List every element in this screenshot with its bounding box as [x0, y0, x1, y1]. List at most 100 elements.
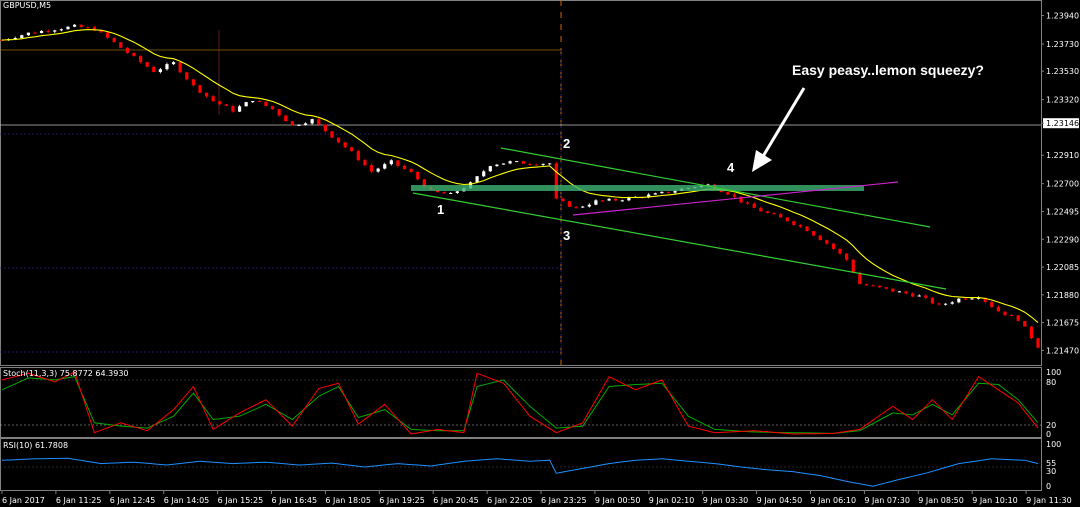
annotation-point-1: 1 [437, 202, 444, 217]
rsi-tick-100: 100 [1046, 440, 1061, 449]
candle-body [270, 105, 275, 110]
candle-body [950, 302, 954, 304]
candle-body [759, 207, 763, 212]
candle-body [765, 211, 770, 214]
candle-body [495, 164, 499, 167]
time-tick-label: 6 Jan 19:25 [379, 496, 425, 505]
candle-body [561, 198, 565, 202]
candle-body [330, 131, 334, 138]
candle-body [772, 213, 776, 215]
time-tick-label: 6 Jan 14:05 [164, 496, 210, 505]
candle-body [350, 147, 354, 152]
annotation-point-2: 2 [563, 136, 570, 151]
candle-body [455, 191, 459, 193]
candle-body [891, 288, 895, 292]
candle-body [284, 115, 288, 122]
candle-body [39, 30, 44, 34]
chart-stage: Easy peasy..lemon squeezy? 1 2 3 4 GBPUS… [0, 0, 1080, 507]
candle-body [798, 224, 803, 227]
candle-body [369, 165, 374, 172]
candle-body [594, 200, 598, 205]
candle-body [970, 298, 974, 300]
annotation-point-3: 3 [563, 228, 570, 243]
annotation-note: Easy peasy..lemon squeezy? [792, 62, 984, 78]
candle-body [752, 203, 756, 208]
time-tick-label: 6 Jan 23:25 [541, 496, 587, 505]
candle-body [864, 284, 869, 286]
candle-body [600, 200, 605, 202]
candle-body [257, 101, 261, 103]
candle-body [1023, 320, 1027, 327]
time-tick-label: 6 Jan 20:45 [433, 496, 479, 505]
price-tick-label: 1.22495 [1046, 207, 1079, 216]
candle-body [1016, 315, 1020, 321]
candle-body [303, 123, 308, 125]
candle-body [356, 151, 360, 161]
candle-body [548, 163, 552, 165]
candle-body [732, 194, 737, 197]
candle-body [26, 32, 30, 36]
candle-body [884, 287, 888, 289]
candle-body [178, 62, 182, 73]
candle-body [363, 160, 367, 166]
time-tick-label: 6 Jan 15:25 [218, 496, 264, 505]
time-tick-label: 9 Jan 07:30 [864, 496, 910, 505]
candle-body [924, 295, 928, 298]
candle-body [567, 201, 572, 207]
time-tick-label: 6 Jan 11:25 [56, 496, 102, 505]
stoch-tick-20: 20 [1046, 421, 1056, 430]
time-tick-label: 6 Jan 2017 [2, 496, 45, 505]
candle-body [1036, 338, 1040, 348]
price-tick-label: 1.21880 [1046, 291, 1079, 300]
candle-body [171, 62, 176, 65]
candle-body [409, 169, 413, 172]
candle-body [112, 37, 116, 43]
time-tick-label: 6 Jan 16:45 [272, 496, 318, 505]
candle-body [152, 66, 156, 73]
candle-body [231, 105, 235, 112]
candle-body [79, 24, 83, 28]
candle-body [383, 164, 387, 169]
candle-body [343, 142, 347, 148]
candle-body [402, 165, 407, 170]
rsi-tick-30: 30 [1046, 467, 1056, 476]
candle-body [1029, 326, 1034, 339]
support-zone [411, 185, 864, 191]
candle-body [831, 243, 836, 249]
candle-body [501, 163, 506, 165]
price-tick-label: 1.23320 [1046, 96, 1079, 105]
candle-body [86, 27, 90, 29]
stoch-tick-0: 0 [1046, 430, 1051, 439]
candle-body [145, 62, 149, 67]
candle-body [746, 202, 750, 204]
candle-body [297, 124, 301, 126]
candle-body [673, 190, 677, 193]
candle-body [66, 26, 70, 30]
price-tick-label: 1.22290 [1046, 235, 1079, 244]
candle-body [534, 164, 539, 166]
candle-body [871, 285, 875, 287]
candle-body [211, 96, 215, 102]
price-tick-label: 1.22085 [1046, 263, 1079, 272]
rsi-label: RSI(10) 61.7808 [3, 441, 68, 450]
candle-body [812, 231, 816, 236]
candle-body [224, 104, 228, 106]
candle-body [1003, 311, 1007, 316]
candle-body [581, 206, 585, 208]
candle-body [277, 109, 281, 116]
candle-body [264, 101, 268, 106]
rsi-tick-0: 0 [1046, 482, 1051, 491]
candle-body [620, 200, 624, 202]
candle-body [132, 52, 136, 57]
candle-body [614, 198, 618, 201]
candle-body [53, 30, 57, 32]
candle-body [323, 124, 327, 132]
candle-body [33, 32, 37, 34]
candle-body [508, 161, 512, 164]
candle-body [475, 176, 479, 183]
candle-body [845, 253, 849, 260]
candle-body [119, 42, 123, 48]
candle-body [521, 161, 525, 164]
candle-body [792, 221, 796, 225]
candle-body [607, 198, 611, 201]
